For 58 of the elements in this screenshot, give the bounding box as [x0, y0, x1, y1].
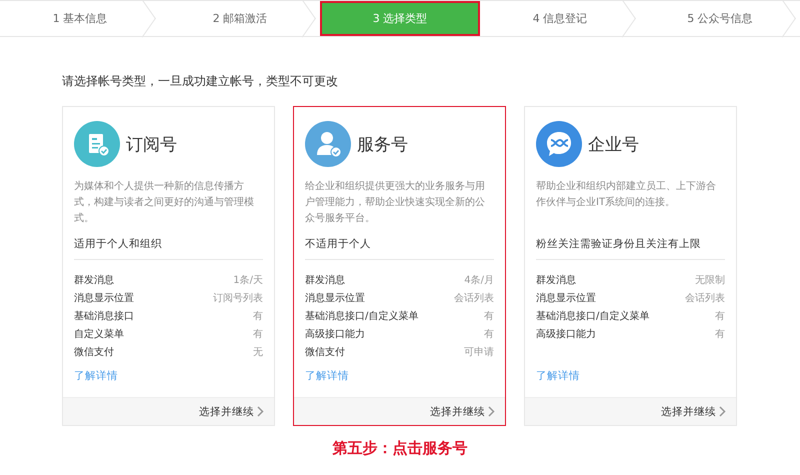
audience-text: 不适用于个人	[305, 237, 494, 260]
feature-value: 订阅号列表	[213, 292, 263, 305]
details-link[interactable]: 了解详情	[74, 369, 118, 383]
feature-value: 有	[484, 310, 494, 323]
step-tab[interactable]: 2 邮箱激活	[160, 1, 320, 36]
feature-value: 会话列表	[685, 292, 725, 305]
feature-value: 可申请	[464, 346, 494, 359]
feature-value: 有	[253, 310, 263, 323]
feature-value: 4条/月	[464, 274, 494, 287]
continue-button[interactable]: 选择并继续	[430, 404, 495, 418]
feature-name: 高级接口能力	[305, 328, 365, 341]
details-link[interactable]: 了解详情	[536, 369, 580, 383]
feature-name: 高级接口能力	[536, 328, 596, 341]
chevron-icon	[488, 406, 495, 417]
audience-text: 粉丝关注需验证身份且关注有上限	[536, 237, 725, 260]
feature-name: 群发消息	[536, 274, 576, 287]
chat-icon	[536, 121, 582, 167]
feature-name: 微信支付	[74, 346, 114, 359]
feature-name: 消息显示位置	[305, 292, 365, 305]
feature-name: 基础消息接口/自定义菜单	[536, 310, 650, 323]
card-description: 为媒体和个人提供一种新的信息传播方式，构建与读者之间更好的沟通与管理模式。	[74, 180, 255, 226]
chevron-icon	[719, 406, 726, 417]
feature-value: 1条/天	[233, 274, 263, 287]
feature-value: 无	[253, 346, 263, 359]
continue-button[interactable]: 选择并继续	[199, 404, 264, 418]
card-title: 订阅号	[126, 134, 177, 156]
step-tab[interactable]: 5 公众号信息	[640, 1, 800, 36]
feature-name: 消息显示位置	[74, 292, 134, 305]
feature-name: 群发消息	[74, 274, 114, 287]
card-title: 服务号	[357, 134, 408, 156]
person-icon	[305, 121, 351, 167]
document-icon	[74, 121, 120, 167]
feature-value: 有	[715, 310, 725, 323]
feature-name: 微信支付	[305, 346, 345, 359]
step-tab[interactable]: 1 基本信息	[0, 1, 160, 36]
feature-value: 有	[484, 328, 494, 341]
feature-value: 有	[253, 328, 263, 341]
chevron-icon	[257, 406, 264, 417]
feature-name: 基础消息接口/自定义菜单	[305, 310, 418, 323]
step-tab[interactable]: 4 信息登记	[480, 1, 640, 36]
feature-name: 消息显示位置	[536, 292, 596, 305]
card-description: 帮助企业和组织内部建立员工、上下游合作伙伴与企业IT系统间的连接。	[536, 180, 717, 210]
instruction-text: 请选择帐号类型，一旦成功建立帐号，类型不可更改	[62, 73, 339, 90]
feature-value: 会话列表	[454, 292, 494, 305]
account-type-card[interactable]: 订阅号 为媒体和个人提供一种新的信息传播方式，构建与读者之间更好的沟通与管理模式。 适用于个人和组织 群发消息 1条/天 消息显示位置 订阅号列表 基础消息接口 有 自定义菜单 有 微信支付 无 了解详情 选择并继续	[62, 106, 275, 426]
card-title: 企业号	[588, 134, 639, 156]
continue-button[interactable]: 选择并继续	[661, 404, 726, 418]
feature-name: 群发消息	[305, 274, 345, 287]
card-description: 给企业和组织提供更强大的业务服务与用户管理能力，帮助企业快速实现全新的公众号服务平台。	[305, 180, 486, 226]
feature-value: 无限制	[695, 274, 725, 287]
annotation-caption: 第五步：点击服务号	[332, 439, 468, 458]
audience-text: 适用于个人和组织	[74, 237, 263, 260]
feature-name: 自定义菜单	[74, 328, 124, 341]
details-link[interactable]: 了解详情	[305, 369, 349, 383]
account-type-card[interactable]: 企业号 帮助企业和组织内部建立员工、上下游合作伙伴与企业IT系统间的连接。 粉丝关注需验证身份且关注有上限 群发消息 无限制 消息显示位置 会话列表 基础消息接口/自定义菜单 有 高级接口能力 有 了解详情 选择并继续	[524, 106, 737, 426]
feature-value: 有	[715, 328, 725, 341]
feature-name: 基础消息接口	[74, 310, 134, 323]
account-type-card[interactable]: 服务号 给企业和组织提供更强大的业务服务与用户管理能力，帮助企业快速实现全新的公众号服务平台。 不适用于个人 群发消息 4条/月 消息显示位置 会话列表 基础消息接口/自定义菜单 有 高级接口能力 有 微信支付 可申请 了解详情 选择并继续	[293, 106, 506, 426]
